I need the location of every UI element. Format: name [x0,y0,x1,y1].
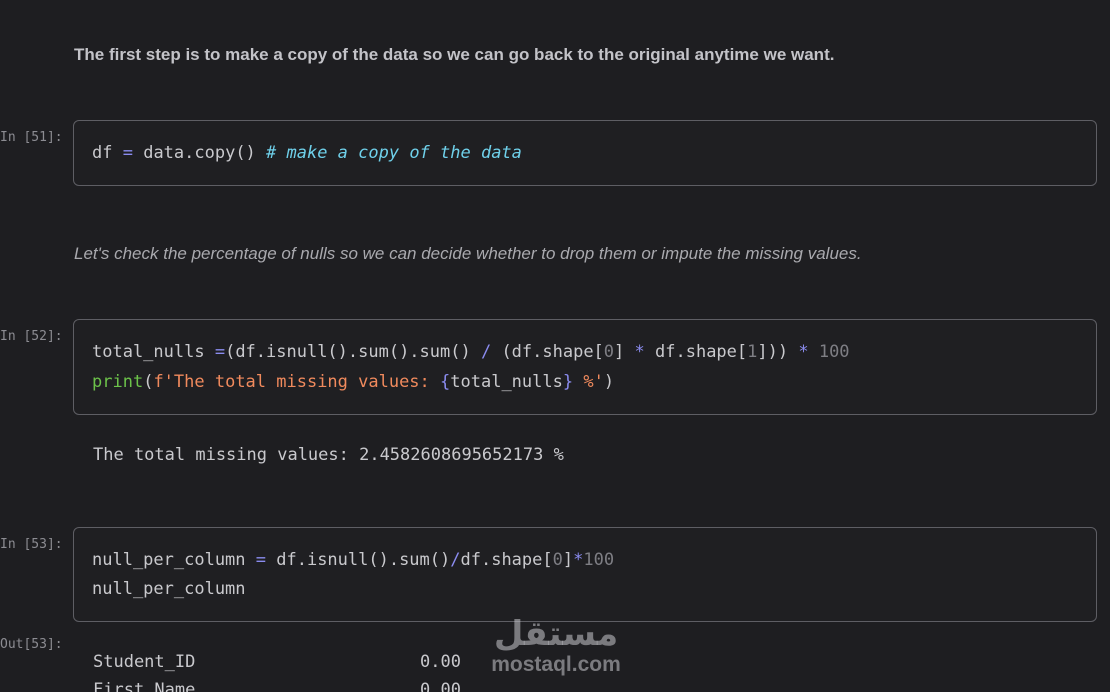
watermark-latin-text: mostaql.com [491,653,621,676]
code-operator: = [122,143,133,163]
code-number: 100 [808,342,850,362]
code-token: total_nulls [92,342,215,362]
mostaql-watermark: مستقل mostaql.com [486,614,626,676]
code-token: ) [603,372,615,392]
code-cell-51[interactable]: df = data.copy() # make a copy of the da… [73,120,1097,186]
code-number: 0 [552,550,563,570]
code-token: ])) [757,342,799,362]
code-token: df [92,143,123,163]
series-row: First_Name 0.00 [93,680,461,692]
code-operator: = [255,550,267,570]
code-token: data.copy() [132,143,267,163]
code-line-1: total_nulls =(df.isnull().sum().sum() / … [92,337,850,367]
input-prompt-51: In [51]: [0,130,63,145]
code-operator: * [573,550,584,570]
code-number: 0 [603,342,615,362]
code-line-2: print(f'The total missing values: {total… [92,367,614,397]
code-cell-52[interactable]: total_nulls =(df.isnull().sum().sum() / … [73,319,1097,415]
cell-52-output: The total missing values: 2.458260869565… [93,445,564,465]
input-prompt-53: In [53]: [0,537,63,552]
code-token: ] [614,342,635,362]
code-token: total_nulls [450,372,563,392]
code-operator: / [450,550,461,570]
code-token: (df.isnull().sum().sum() [225,342,481,362]
code-token: (df.shape[ [491,342,604,362]
code-token: null_per_column [92,550,256,570]
output-prompt-53: Out[53]: [0,637,63,652]
code-cell-53[interactable]: null_per_column = df.isnull().sum()/df.s… [73,527,1097,622]
markdown-cell-copy-data: The first step is to make a copy of the … [74,45,835,64]
code-operator: } [562,372,574,392]
code-operator: / [480,342,492,362]
code-operator: * [798,342,809,362]
code-builtin: print [92,372,144,392]
code-comment: # make a copy of the data [266,143,522,163]
code-number: 100 [583,550,615,570]
series-row: Student_ID 0.00 [93,652,461,676]
code-token: ] [562,550,574,570]
series-value: 0.00 [420,652,461,672]
series-value: 0.00 [420,680,461,692]
code-token: df.shape[ [460,550,553,570]
code-operator: { [440,372,451,392]
code-token: ( [143,372,154,392]
code-string: %' [573,372,604,392]
notebook-page: The first step is to make a copy of the … [0,0,1110,692]
code-number: 1 [747,342,758,362]
code-token: df.shape[ [644,342,748,362]
code-token: df.isnull().sum() [266,550,451,570]
code-operator: = [214,342,226,362]
code-line-2: null_per_column [92,579,246,599]
input-prompt-52: In [52]: [0,329,63,344]
markdown-cell-check-nulls: Let's check the percentage of nulls so w… [74,244,862,263]
watermark-arabic-logo: مستقل [493,614,619,654]
code-line-1: null_per_column = df.isnull().sum()/df.s… [92,545,614,575]
series-index-label: Student_ID [93,652,196,672]
series-index-label: First_Name [93,680,196,692]
code-string: f'The total missing values: [153,372,441,392]
code-operator: * [634,342,645,362]
code-line: df = data.copy() # make a copy of the da… [92,138,522,168]
